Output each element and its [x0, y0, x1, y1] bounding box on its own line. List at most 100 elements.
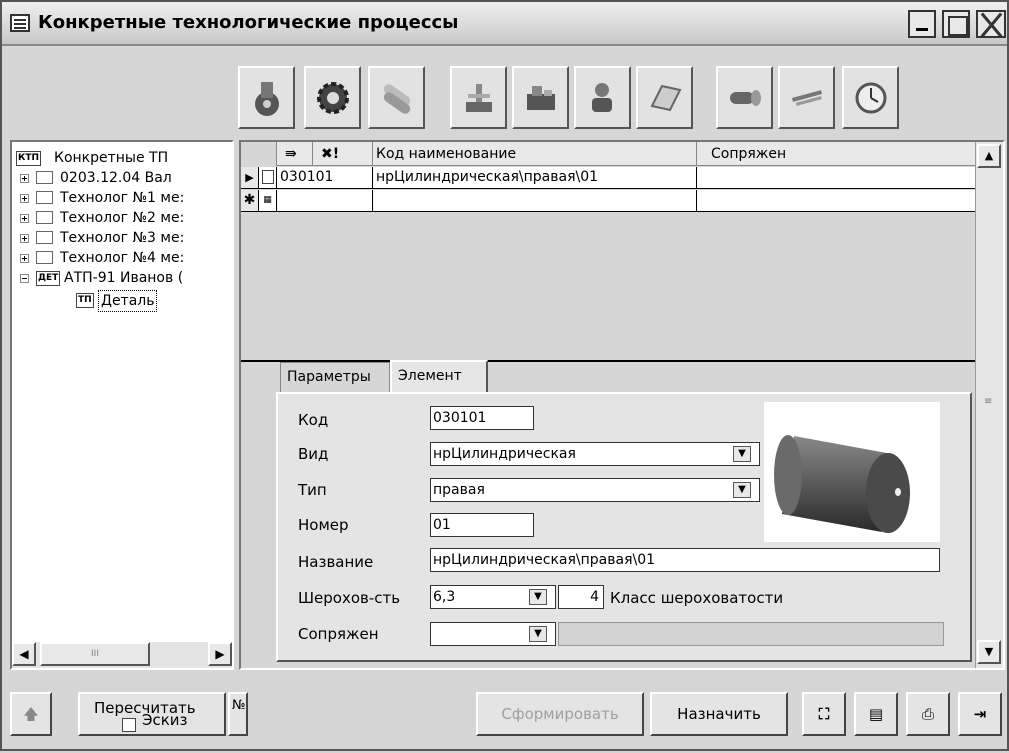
- minimize-button[interactable]: [908, 10, 936, 38]
- toolbar-button-rods[interactable]: [368, 66, 425, 129]
- chevron-down-icon[interactable]: ▼: [529, 626, 547, 642]
- scroll-up-button[interactable]: ▲: [977, 144, 1001, 168]
- toolbar-button-sheet[interactable]: [636, 66, 693, 129]
- conj-select[interactable]: ▼: [430, 622, 556, 646]
- tab-params[interactable]: Параметры: [280, 362, 390, 393]
- expand-icon[interactable]: [20, 234, 29, 243]
- expand-icon[interactable]: [20, 254, 29, 263]
- search-button[interactable]: ⛶: [802, 692, 846, 736]
- scroll-down-button[interactable]: ▼: [977, 640, 1001, 664]
- toolbar-button-clock[interactable]: [842, 66, 899, 129]
- worker-icon: [592, 83, 612, 112]
- kind-select[interactable]: нрЦилиндрическая ▼: [430, 442, 760, 466]
- cell-conj-empty[interactable]: [697, 190, 977, 211]
- tp-tag: ТП: [76, 293, 94, 308]
- code-label: Код: [298, 411, 329, 429]
- expand-icon[interactable]: [20, 214, 29, 223]
- roughness-select[interactable]: 6,3 ▼: [430, 585, 556, 609]
- tree-item-label: Технолог №4 ме:: [60, 250, 185, 266]
- report-button[interactable]: ▤: [854, 692, 898, 736]
- column-header-code-name[interactable]: Код наименование: [373, 142, 697, 166]
- row-checkbox[interactable]: [259, 167, 277, 188]
- new-row[interactable]: ✱ ▦: [241, 190, 977, 212]
- column-header-conj[interactable]: Сопряжен: [697, 142, 977, 166]
- title-bar: Конкретные технологические процессы: [2, 2, 1007, 46]
- clock-icon: [855, 82, 887, 114]
- cog-icon: [317, 82, 349, 114]
- filter-icon[interactable]: ✖!: [313, 142, 373, 166]
- tree-root-label: Конкретные ТП: [54, 150, 169, 166]
- press-icon: [527, 86, 555, 110]
- exit-door-icon: ⇥: [973, 705, 987, 723]
- roller-icon: [730, 90, 761, 106]
- folder-box-icon: [36, 251, 53, 264]
- toolbar-button-calipers[interactable]: [778, 66, 835, 129]
- roughness-class-field[interactable]: 4: [558, 585, 604, 609]
- grid-vertical-scrollbar[interactable]: ▲ ≡ ▼: [975, 142, 1003, 668]
- row-checkbox-grayed[interactable]: ▦: [259, 190, 277, 211]
- report-icon: ▤: [868, 705, 884, 723]
- cell-name[interactable]: нрЦилиндрическая\правая\01: [373, 167, 697, 188]
- toolbar-button-machine[interactable]: [450, 66, 507, 129]
- code-field[interactable]: 030101: [430, 406, 534, 430]
- tree-item-label-selected: Деталь: [98, 290, 158, 312]
- toolbar-button-press[interactable]: [512, 66, 569, 129]
- type-select[interactable]: правая ▼: [430, 478, 760, 502]
- kind-value: нрЦилиндрическая: [433, 446, 576, 462]
- name-label: Название: [298, 553, 374, 571]
- roughness-label: Шерохов-сть: [298, 589, 401, 607]
- conj-label: Сопряжен: [298, 625, 379, 643]
- sheet-icon: [650, 84, 682, 112]
- scroll-left-button[interactable]: ◀: [12, 642, 36, 666]
- roughness-value: 6,3: [433, 589, 456, 605]
- print-button[interactable]: ⎙: [906, 692, 950, 736]
- form-button[interactable]: Сформировать: [476, 692, 644, 736]
- tree-horizontal-scrollbar[interactable]: ◀ III ▶: [12, 642, 232, 668]
- folder-box-icon: [36, 191, 53, 204]
- expand-icon[interactable]: [20, 194, 29, 203]
- toolbar-button-roller[interactable]: [716, 66, 773, 129]
- number-label: Номер: [298, 516, 349, 534]
- new-row-asterisk-icon: ✱: [241, 190, 259, 211]
- expand-icon[interactable]: [20, 174, 29, 183]
- collapse-icon[interactable]: [20, 274, 29, 283]
- toolbar-button-gear-tool[interactable]: [238, 66, 295, 129]
- cell-code[interactable]: 030101: [277, 167, 373, 188]
- cell-name-empty[interactable]: [373, 190, 697, 211]
- element-preview-image: [764, 402, 940, 542]
- sketch-checkbox[interactable]: [122, 718, 136, 732]
- tree-item-label: Технолог №3 ме:: [60, 230, 185, 246]
- folder-box-icon: [36, 211, 53, 224]
- tree-item-label: Технолог №2 ме:: [60, 210, 185, 226]
- close-button[interactable]: [976, 10, 1006, 38]
- table-row[interactable]: ▶ 030101 нрЦилиндрическая\правая\01: [241, 167, 977, 189]
- chevron-down-icon[interactable]: ▼: [733, 446, 751, 462]
- scroll-thumb[interactable]: III: [40, 642, 150, 666]
- toolbar-button-cog[interactable]: [304, 66, 361, 129]
- chevron-down-icon[interactable]: ▼: [529, 589, 547, 605]
- folder-box-icon: [36, 171, 53, 184]
- exit-button[interactable]: ⇥: [958, 692, 1002, 736]
- maximize-button[interactable]: [942, 10, 970, 38]
- chevron-down-icon[interactable]: ▼: [733, 482, 751, 498]
- window-icon: [10, 14, 30, 32]
- scroll-right-button[interactable]: ▶: [208, 642, 232, 666]
- tree-item-label: Технолог №1 ме:: [60, 190, 185, 206]
- name-field[interactable]: нрЦилиндрическая\правая\01: [430, 548, 940, 572]
- type-value: правая: [433, 482, 485, 498]
- tree-item-label: АТП-91 Иванов (: [64, 270, 184, 286]
- number-field[interactable]: 01: [430, 513, 534, 537]
- tab-element[interactable]: Элемент: [390, 360, 488, 393]
- recalc-button[interactable]: Пересчитать Эскиз: [78, 692, 226, 736]
- assign-button[interactable]: Назначить: [650, 692, 788, 736]
- process-tree[interactable]: КТП Конкретные ТП 0203.12.04 Вал Техноло…: [10, 140, 234, 670]
- cell-code-empty[interactable]: [277, 190, 373, 211]
- toolbar-button-worker[interactable]: [574, 66, 631, 129]
- window-title: Конкретные технологические процессы: [38, 12, 459, 33]
- sort-icon[interactable]: ⇛: [277, 142, 313, 166]
- cell-conj[interactable]: [697, 167, 977, 188]
- number-button[interactable]: №: [228, 692, 248, 736]
- current-row-indicator-icon: ▶: [241, 167, 259, 188]
- up-arrow-button[interactable]: 🡅: [10, 692, 52, 736]
- sketch-label: Эскиз: [142, 711, 188, 729]
